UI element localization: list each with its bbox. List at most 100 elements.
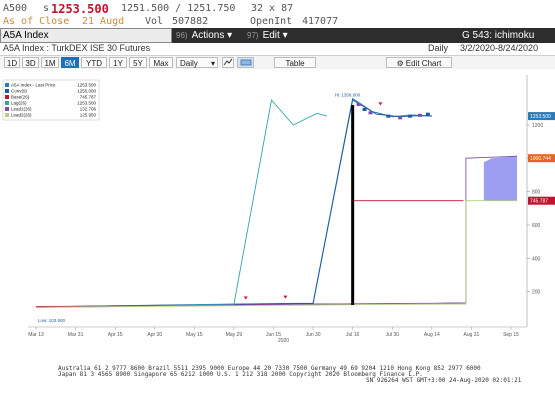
price-tag-0: 1253.500 [530,114,551,120]
ticker: A500 [3,3,28,14]
ichimoku-chart[interactable]: 20040060080010001200Mar 13Mar 31Apr 15Ap… [0,69,555,365]
security-input[interactable]: A5A Index [0,28,172,43]
legend-value-5: 125.950 [80,113,97,118]
y-tick-label-800: 800 [532,190,541,196]
trade-size: 32 x 87 [251,3,294,14]
legend-value-0: 1253.500 [77,83,96,88]
legend-value-3: 1253.500 [77,101,96,106]
legend-label-0: A5A Index - Last Price [11,83,56,88]
candle-marker [362,108,367,111]
price-tag-1: 1000.744 [530,156,551,162]
footer: Australia 61 2 9777 8600 Brazil 5511 239… [0,365,555,400]
x-tick-label-3: Apr 30 [147,332,162,338]
y-tick-label-600: 600 [532,223,541,229]
legend-label-1: Conv(9) [11,89,28,94]
footer-line-3: SN 926264 WST GMT+3:00 24-Aug-2020 02:01… [366,377,522,384]
price-prefix: s [43,3,50,14]
range-ytd-button[interactable]: YTD [81,57,107,68]
candle-marker [408,114,413,118]
screen-label: G 543: ichimoku [462,30,535,41]
as-of-date: 21 Augd [82,16,125,27]
legend-swatch [5,89,9,93]
series-line-lead1 [35,155,518,308]
candle-marker [356,103,361,106]
price-jump-bar [351,105,355,305]
range-1m-button[interactable]: 1M [41,57,59,68]
signal-marker [283,295,288,299]
frequency-select[interactable]: Daily ▾ [176,57,218,68]
x-tick-label-0: Mar 13 [28,332,44,338]
legend-label-4: Lead1(26) [11,107,32,112]
legend-label-2: Base(26) [11,95,30,100]
range-max-button[interactable]: Max [149,57,173,68]
x-tick-label-12: Sep 15 [503,332,519,338]
signal-marker [378,102,383,106]
bid-ask: 1251.500 / 1251.750 [121,3,236,14]
legend-swatch [5,83,9,87]
period-label: Daily [428,43,449,53]
candle-marker [386,114,391,118]
candle-marker [398,116,403,120]
x-tick-label-1: Mar 31 [68,332,84,338]
cloud-fill [483,156,517,201]
series-line-last-price [35,97,432,308]
edit-chart-button[interactable]: ⚙ Edit Chart [386,57,452,68]
legend-label-3: Lag(26) [11,101,27,106]
legend-swatch [5,95,9,99]
edit-caret-icon: ▾ [282,30,288,41]
legend-value-2: 745.787 [80,95,97,100]
actions-menu[interactable]: 96) Actions ▾ [176,28,232,43]
quote-bar: A500 s 1253.500 1251.500 / 1251.750 32 x… [0,0,555,28]
openint-label: OpenInt [250,16,293,27]
x-year-label: 2020 [278,338,289,344]
legend-value-1: 1255.000 [77,89,96,94]
x-tick-label-11: Aug 31 [463,332,479,338]
chart-area[interactable]: 20040060080010001200Mar 13Mar 31Apr 15Ap… [0,69,555,365]
frequency-caret-icon: ▾ [210,59,215,68]
x-tick-label-7: Jun 30 [306,332,321,338]
security-title-bar: A5A Index : TurkDEX ISE 30 Futures Daily… [0,43,555,55]
actions-label: Actions [191,30,225,41]
low-annotation: Low: 103.500 [38,318,66,323]
legend-value-4: 132.706 [80,107,97,112]
candle-marker [368,111,373,115]
high-annotation: Hi: 1358.000 [335,93,361,98]
edit-label: Edit [262,30,280,41]
legend-label-5: Lead2(26) [11,113,32,118]
x-tick-label-8: Jul 16 [346,332,360,338]
y-tick-label-400: 400 [532,256,541,262]
x-tick-label-9: Jul 30 [386,332,400,338]
last-price: 1253.500 [51,2,109,16]
legend-swatch [5,107,9,111]
table-button[interactable]: Table [274,57,316,68]
frequency-value: Daily [180,59,198,68]
range-1y-button[interactable]: 1Y [109,57,127,68]
range-6m-button[interactable]: 6M [61,57,79,68]
chart-type-icon[interactable] [222,57,234,68]
edit-menu[interactable]: 97) Edit ▾ [247,28,288,43]
x-tick-label-2: Apr 15 [108,332,123,338]
legend-swatch [5,113,9,117]
y-tick-label-1200: 1200 [532,123,543,129]
series-line-lead2 [35,200,517,308]
candle-marker [417,113,422,117]
command-bar: A5A Index 96) Actions ▾ 97) Edit ▾ G 543: … [0,28,555,43]
range-1d-button[interactable]: 1D [4,57,20,68]
gear-icon: ⚙ [396,59,404,68]
x-tick-label-10: Aug 14 [424,332,440,338]
actions-caret-icon: ▾ [227,30,233,41]
vol-label: Vol [145,16,164,27]
openint-value: 417077 [302,16,339,27]
y-tick-label-200: 200 [532,290,541,296]
as-of-label: As of Close [3,16,70,27]
series-line-lag [35,99,328,308]
x-tick-label-5: May 29 [226,332,243,338]
range-3d-button[interactable]: 3D [22,57,39,68]
vol-value: 507882 [172,16,209,27]
range-5y-button[interactable]: 5Y [129,57,147,68]
ichimoku-style-icon[interactable] [237,57,254,68]
series-line-conv [35,99,432,308]
signal-marker [243,296,248,300]
legend-swatch [5,101,9,105]
date-range[interactable]: 3/2/2020-8/24/2020 [460,43,538,53]
